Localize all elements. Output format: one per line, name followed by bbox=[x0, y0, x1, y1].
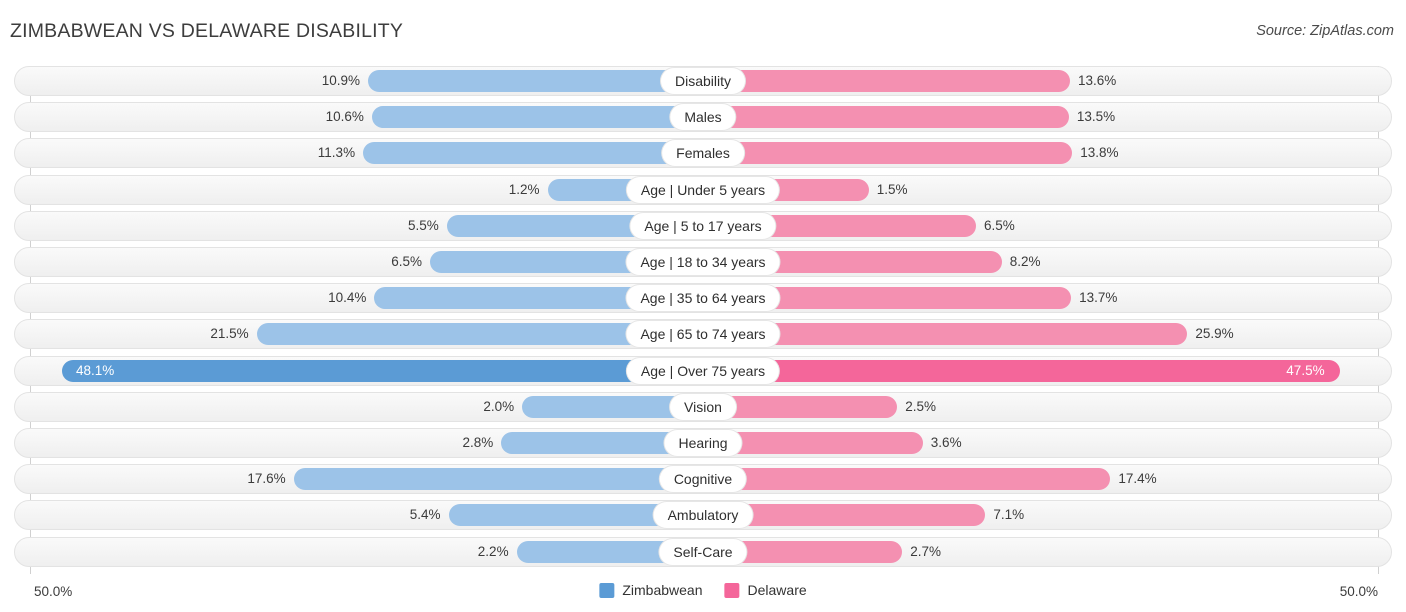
page-title: ZIMBABWEAN VS DELAWARE DISABILITY bbox=[10, 20, 404, 42]
category-label: Age | 35 to 64 years bbox=[626, 285, 780, 312]
category-label: Age | 5 to 17 years bbox=[630, 212, 776, 239]
value-label-zimbabwean: 10.6% bbox=[325, 109, 364, 125]
chart-plot-area: 10.9% 13.6% Disability 10.6% 13.5% Males 11.3%… bbox=[0, 58, 1406, 576]
bar-delaware bbox=[703, 359, 1341, 382]
category-label: Age | Under 5 years bbox=[626, 176, 780, 203]
value-label-zimbabwean: 6.5% bbox=[391, 254, 423, 269]
value-label-delaware: 13.7% bbox=[1079, 290, 1118, 306]
chart-footer: 50.0% 50.0% Zimbabwean Delaware bbox=[0, 576, 1406, 612]
value-label-zimbabwean: 5.4% bbox=[409, 507, 441, 523]
value-label-zimbabwean: 1.2% bbox=[508, 181, 540, 197]
value-label-delaware: 8.2% bbox=[1009, 254, 1041, 269]
category-label: Hearing bbox=[664, 430, 742, 456]
value-label-zimbabwean: 2.8% bbox=[462, 435, 494, 450]
value-label-delaware: 2.7% bbox=[910, 543, 942, 559]
value-label-zimbabwean: 11.3% bbox=[317, 145, 356, 161]
chart-row: 17.6% 17.4% Cognitive bbox=[14, 464, 1392, 495]
value-label-delaware: 6.5% bbox=[983, 217, 1015, 233]
chart-row: 5.4% 7.1% Ambulatory bbox=[14, 500, 1392, 531]
bar-delaware bbox=[703, 70, 1070, 92]
value-label-delaware: 7.1% bbox=[993, 507, 1025, 523]
chart-header: ZIMBABWEAN VS DELAWARE DISABILITY Source… bbox=[0, 0, 1406, 58]
value-label-zimbabwean: 2.0% bbox=[483, 398, 515, 414]
category-label: Age | 18 to 34 years bbox=[626, 249, 780, 275]
value-label-zimbabwean: 10.9% bbox=[321, 73, 361, 88]
chart-row: 1.2% 1.5% Age | Under 5 years bbox=[14, 174, 1392, 205]
value-label-zimbabwean: 21.5% bbox=[210, 326, 249, 342]
category-label: Age | Over 75 years bbox=[626, 357, 780, 384]
value-label-delaware: 3.6% bbox=[930, 435, 962, 450]
value-label-delaware: 47.5% bbox=[1286, 362, 1325, 378]
value-label-delaware: 13.5% bbox=[1076, 109, 1116, 125]
chart-row: 48.1% 47.5% Age | Over 75 years bbox=[14, 355, 1392, 386]
chart-row: 11.3% 13.8% Females bbox=[14, 138, 1392, 169]
chart-row: 10.9% 13.6% Disability bbox=[14, 66, 1392, 96]
value-label-delaware: 1.5% bbox=[876, 181, 908, 197]
chart-row: 2.0% 2.5% Vision bbox=[14, 391, 1392, 422]
value-label-zimbabwean: 17.6% bbox=[247, 471, 286, 487]
value-label-zimbabwean: 10.4% bbox=[328, 290, 367, 306]
legend-label: Delaware bbox=[747, 582, 807, 598]
bar-delaware bbox=[703, 106, 1069, 129]
bar-zimbabwean bbox=[363, 142, 703, 165]
chart-legend: Zimbabwean Delaware bbox=[599, 582, 807, 598]
category-label: Vision bbox=[670, 393, 736, 420]
category-label: Cognitive bbox=[659, 466, 747, 493]
category-label: Disability bbox=[660, 68, 746, 94]
chart-row: 2.8% 3.6% Hearing bbox=[14, 428, 1392, 458]
chart-row: 2.2% 2.7% Self-Care bbox=[14, 536, 1392, 567]
category-label: Age | 65 to 74 years bbox=[626, 321, 780, 348]
source-attribution: Source: ZipAtlas.com bbox=[1256, 23, 1394, 39]
value-label-zimbabwean: 2.2% bbox=[477, 543, 509, 559]
bar-zimbabwean bbox=[371, 106, 703, 129]
chart-row: 21.5% 25.9% Age | 65 to 74 years bbox=[14, 319, 1392, 350]
value-label-delaware: 17.4% bbox=[1118, 471, 1157, 487]
value-label-delaware: 13.6% bbox=[1078, 73, 1117, 88]
category-label: Self-Care bbox=[659, 538, 747, 565]
bar-zimbabwean bbox=[293, 468, 703, 491]
legend-swatch-icon bbox=[599, 582, 615, 598]
legend-swatch-icon bbox=[724, 582, 740, 598]
axis-tick-left: 50.0% bbox=[34, 584, 73, 599]
value-label-delaware: 25.9% bbox=[1195, 326, 1234, 342]
chart-row: 6.5% 8.2% Age | 18 to 34 years bbox=[14, 247, 1392, 277]
bar-delaware bbox=[703, 142, 1073, 165]
chart-row: 10.4% 13.7% Age | 35 to 64 years bbox=[14, 283, 1392, 314]
category-label: Males bbox=[670, 104, 736, 131]
bar-zimbabwean bbox=[368, 70, 703, 92]
axis-tick-right: 50.0% bbox=[1339, 584, 1378, 599]
legend-item[interactable]: Delaware bbox=[724, 582, 807, 598]
value-label-zimbabwean: 5.5% bbox=[407, 217, 439, 233]
bar-delaware bbox=[703, 468, 1111, 491]
value-label-delaware: 2.5% bbox=[905, 398, 937, 414]
category-label: Ambulatory bbox=[653, 502, 753, 529]
category-label: Females bbox=[662, 140, 744, 167]
chart-row: 5.5% 6.5% Age | 5 to 17 years bbox=[14, 210, 1392, 241]
bar-zimbabwean bbox=[62, 359, 703, 382]
value-label-zimbabwean: 48.1% bbox=[76, 362, 115, 378]
value-label-delaware: 13.8% bbox=[1080, 145, 1119, 161]
legend-label: Zimbabwean bbox=[622, 582, 703, 598]
chart-row: 10.6% 13.5% Males bbox=[14, 102, 1392, 133]
legend-item[interactable]: Zimbabwean bbox=[599, 582, 703, 598]
